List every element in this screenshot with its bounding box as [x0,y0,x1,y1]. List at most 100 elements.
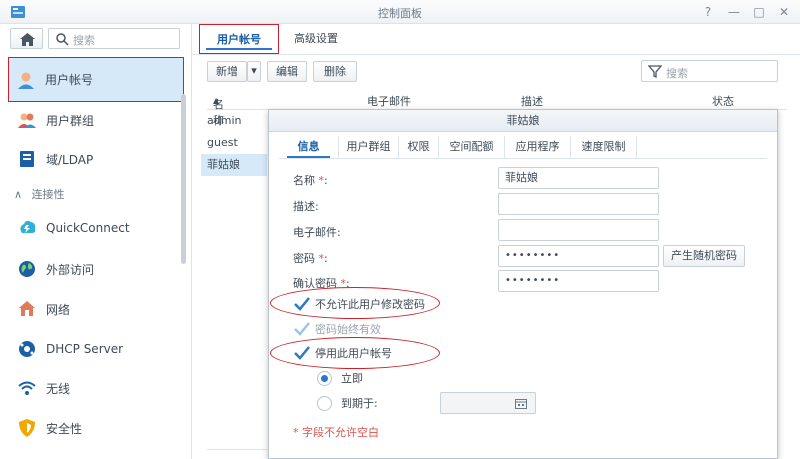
table-footer-line [207,449,267,450]
create-button[interactable]: 新增 [207,61,247,82]
description-label: 描述: [293,200,319,213]
radio-label: 立即 [341,372,363,385]
sidebar-item-label: 无线 [46,381,71,396]
sidebar-item-quickconnect[interactable]: QuickConnect [10,209,180,247]
sort-asc-icon: ▲ [213,96,220,105]
sidebar-search-input[interactable]: 搜索 [48,28,180,49]
checkmark-icon [294,297,310,311]
email-label: 电子邮件: [293,226,341,239]
sidebar-item-domain-ldap[interactable]: 域/LDAP [10,140,180,178]
wifi-icon [16,377,38,399]
tab-applications[interactable]: 应用程序 [505,136,571,158]
home-icon [20,33,35,46]
home-button[interactable] [10,28,43,49]
sidebar-item-label: 用户帐号 [45,73,94,87]
sidebar-item-label: 用户群组 [46,113,95,128]
tab-speed-limit[interactable]: 速度限制 [571,136,637,158]
sidebar-item-user-accounts[interactable]: 用户帐号 [8,57,184,102]
table-row[interactable]: 菲姑娘 [201,154,267,176]
window-title: 控制面板 [378,7,422,20]
column-email[interactable]: 电子邮件 [367,93,411,109]
disable-until-radio[interactable]: 到期于: [317,395,378,411]
disable-account-checkbox[interactable]: 停用此用户帐号 [293,345,392,361]
sidebar-scrollbar[interactable] [181,94,186,264]
dialog-title: 菲姑娘 [269,110,777,132]
quickconnect-icon [16,217,38,239]
tab-permissions[interactable]: 权限 [399,136,439,158]
sidebar-item-network[interactable]: 网络 [10,290,180,328]
dialog-tab-divider [279,158,767,159]
edit-button[interactable]: 编辑 [267,61,307,82]
tab-user-groups[interactable]: 用户群组 [339,136,399,158]
delete-button[interactable]: 删除 [313,61,357,82]
name-field[interactable]: 菲姑娘 [498,167,659,189]
section-connectivity[interactable]: ∧ 连接性 [14,186,65,202]
expiry-date-field[interactable] [440,392,536,414]
tab-divider [193,54,800,55]
label-colon: : [346,277,350,290]
sidebar-search-placeholder: 搜索 [73,34,95,47]
domain-icon [16,148,38,170]
section-label: 连接性 [31,188,65,201]
sidebar: 搜索 用户帐号 用户群组 域/LDAP ∧ 连接性 QuickConnect 外… [0,24,192,459]
shield-icon [16,417,38,439]
sidebar-item-dhcp-server[interactable]: DHCP Server [10,330,180,368]
user-search-input[interactable]: 搜索 [641,60,778,82]
chevron-up-icon: ∧ [14,188,23,201]
confirm-label-text: 确认密码 [293,277,337,290]
tab-quota[interactable]: 空间配额 [439,136,505,158]
sidebar-item-label: 网络 [46,302,71,317]
label-colon: : [324,252,328,265]
tab-user-accounts[interactable]: 用户帐号 [199,24,279,54]
radio-label: 到期于: [341,397,378,410]
filter-icon [648,65,662,78]
calendar-icon [515,399,527,409]
user-table-header: 名称 ▲ 电子邮件 描述 状态 [207,90,787,127]
checkbox-label: 不允许此用户修改密码 [315,298,425,311]
sidebar-item-security[interactable]: 安全性 [10,409,180,447]
table-row[interactable]: guest [207,132,267,154]
checkmark-icon [294,346,310,360]
column-description[interactable]: 描述 [521,93,543,109]
users-icon [16,109,38,131]
user-search-placeholder: 搜索 [666,67,688,80]
help-icon[interactable]: ? [700,4,716,20]
checkbox-label: 密码始终有效 [315,323,381,336]
disable-immediately-radio[interactable]: 立即 [317,370,363,386]
confirm-password-field[interactable]: •••••••• [498,270,659,292]
sidebar-item-user-groups[interactable]: 用户群组 [10,101,180,139]
password-label-text: 密码 [293,252,315,265]
required-note-text: * 字段不允许空白 [293,426,379,439]
no-change-password-checkbox[interactable]: 不允许此用户修改密码 [293,296,425,312]
email-field[interactable] [498,219,659,241]
confirm-password-label: 确认密码 *: [293,275,350,291]
name-label-text: 名称 [293,174,315,187]
user-edit-dialog: 菲姑娘 信息 用户群组 权限 空间配额 应用程序 速度限制 名称 *: 菲姑娘 … [268,109,778,459]
checkbox-label: 停用此用户帐号 [315,347,392,360]
required-note: * 字段不允许空白 [293,424,379,440]
password-never-expires-checkbox: 密码始终有效 [293,321,381,337]
search-icon [56,33,69,46]
create-dropdown-button[interactable]: ▾ [247,61,261,82]
sidebar-item-external-access[interactable]: 外部访问 [10,250,180,288]
label-colon: : [324,174,328,187]
window-titlebar: 控制面板 ? — □ ✕ [0,0,800,24]
generate-password-button[interactable]: 产生随机密码 [663,245,745,267]
sidebar-item-label: QuickConnect [46,221,130,235]
column-status[interactable]: 状态 [712,93,734,109]
dhcp-icon [16,338,38,360]
sidebar-item-label: 外部访问 [46,262,95,277]
globe-icon [16,258,38,280]
table-row[interactable]: admin [207,110,267,132]
maximize-icon[interactable]: □ [751,4,767,20]
password-label: 密码 *: [293,250,328,266]
radio-empty-icon [317,395,332,411]
network-icon [16,298,38,320]
sidebar-item-wireless[interactable]: 无线 [10,369,180,407]
password-field[interactable]: •••••••• [498,245,659,267]
close-icon[interactable]: ✕ [776,4,792,20]
tab-advanced[interactable]: 高级设置 [281,24,351,54]
tab-info[interactable]: 信息 [279,136,339,158]
description-field[interactable] [498,193,659,215]
minimize-icon[interactable]: — [726,4,742,20]
